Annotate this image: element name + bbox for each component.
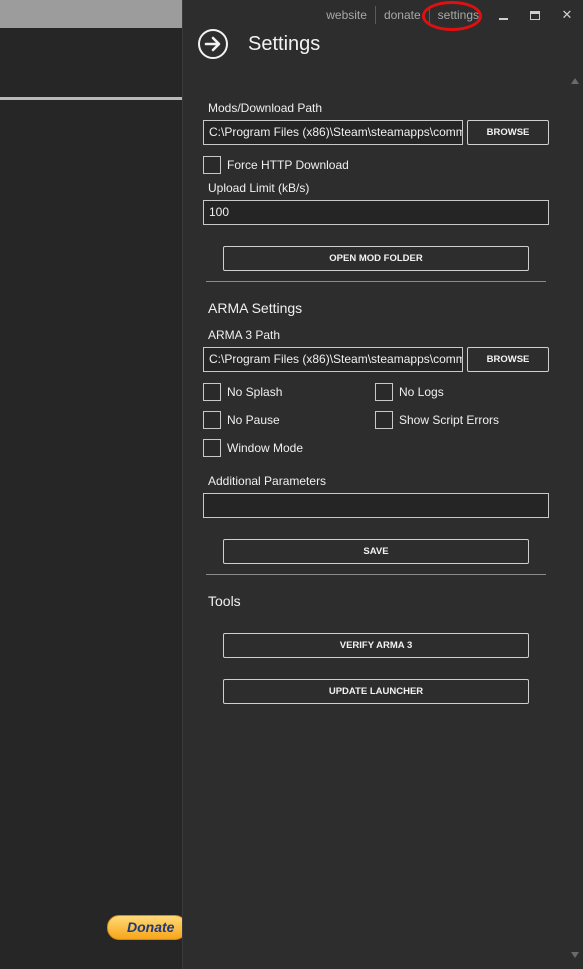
force-http-checkbox[interactable]: Force HTTP Download (203, 156, 349, 174)
mods-path-label: Mods/Download Path (208, 101, 323, 115)
upload-limit-label: Upload Limit (kB/s) (208, 181, 310, 195)
show-script-errors-label: Show Script Errors (399, 413, 500, 427)
save-button[interactable]: SAVE (223, 539, 529, 564)
mods-browse-button[interactable]: BROWSE (467, 120, 549, 145)
back-button[interactable] (198, 29, 228, 59)
minimize-icon (498, 17, 508, 20)
nav-website-link[interactable]: website (318, 6, 376, 24)
no-splash-checkbox[interactable]: No Splash (203, 383, 282, 401)
window-mode-label: Window Mode (227, 441, 304, 455)
arma-path-input[interactable]: C:\Program Files (x86)\Steam\steamapps\c… (203, 347, 463, 372)
upload-limit-input[interactable]: 100 (203, 200, 549, 225)
checkbox-box[interactable] (203, 439, 221, 457)
show-script-errors-checkbox[interactable]: Show Script Errors (375, 411, 499, 429)
scroll-down-arrow-icon[interactable] (571, 952, 579, 958)
arma-path-label: ARMA 3 Path (208, 328, 281, 342)
close-button[interactable]: ✕ (551, 7, 583, 23)
scroll-up-arrow-icon[interactable] (571, 78, 579, 84)
page-title: Settings (248, 33, 321, 55)
checkbox-box[interactable] (203, 411, 221, 429)
no-splash-label: No Splash (227, 385, 283, 399)
verify-arma3-button[interactable]: VERIFY ARMA 3 (223, 633, 529, 658)
paypal-donate-button[interactable]: Donate (107, 915, 187, 940)
no-pause-checkbox[interactable]: No Pause (203, 411, 280, 429)
background-divider (0, 97, 182, 100)
window-mode-checkbox[interactable]: Window Mode (203, 439, 303, 457)
section-divider (206, 574, 546, 575)
additional-parameters-input[interactable] (203, 493, 549, 518)
background-titlebar (0, 0, 182, 28)
no-pause-label: No Pause (227, 413, 280, 427)
arrow-right-icon (204, 36, 221, 52)
force-http-label: Force HTTP Download (227, 158, 349, 172)
maximize-button[interactable] (519, 8, 551, 23)
maximize-icon (530, 10, 540, 20)
no-logs-checkbox[interactable]: No Logs (375, 383, 444, 401)
no-logs-label: No Logs (399, 385, 444, 399)
settings-flyout: website donate settings ✕ Settings Mods/… (182, 0, 583, 969)
background-app (0, 0, 182, 969)
checkbox-box[interactable] (203, 156, 221, 174)
update-launcher-button[interactable]: UPDATE LAUNCHER (223, 679, 529, 704)
additional-parameters-label: Additional Parameters (208, 474, 327, 488)
open-mod-folder-button[interactable]: OPEN MOD FOLDER (223, 246, 529, 271)
checkbox-box[interactable] (375, 383, 393, 401)
tools-heading: Tools (208, 593, 241, 609)
checkbox-box[interactable] (375, 411, 393, 429)
mods-path-input[interactable]: C:\Program Files (x86)\Steam\steamapps\c… (203, 120, 463, 145)
arma-browse-button[interactable]: BROWSE (467, 347, 549, 372)
section-divider (206, 281, 546, 282)
minimize-button[interactable] (487, 8, 519, 23)
arma-settings-heading: ARMA Settings (208, 300, 303, 316)
checkbox-box[interactable] (203, 383, 221, 401)
settings-highlight-annotation (422, 1, 482, 31)
